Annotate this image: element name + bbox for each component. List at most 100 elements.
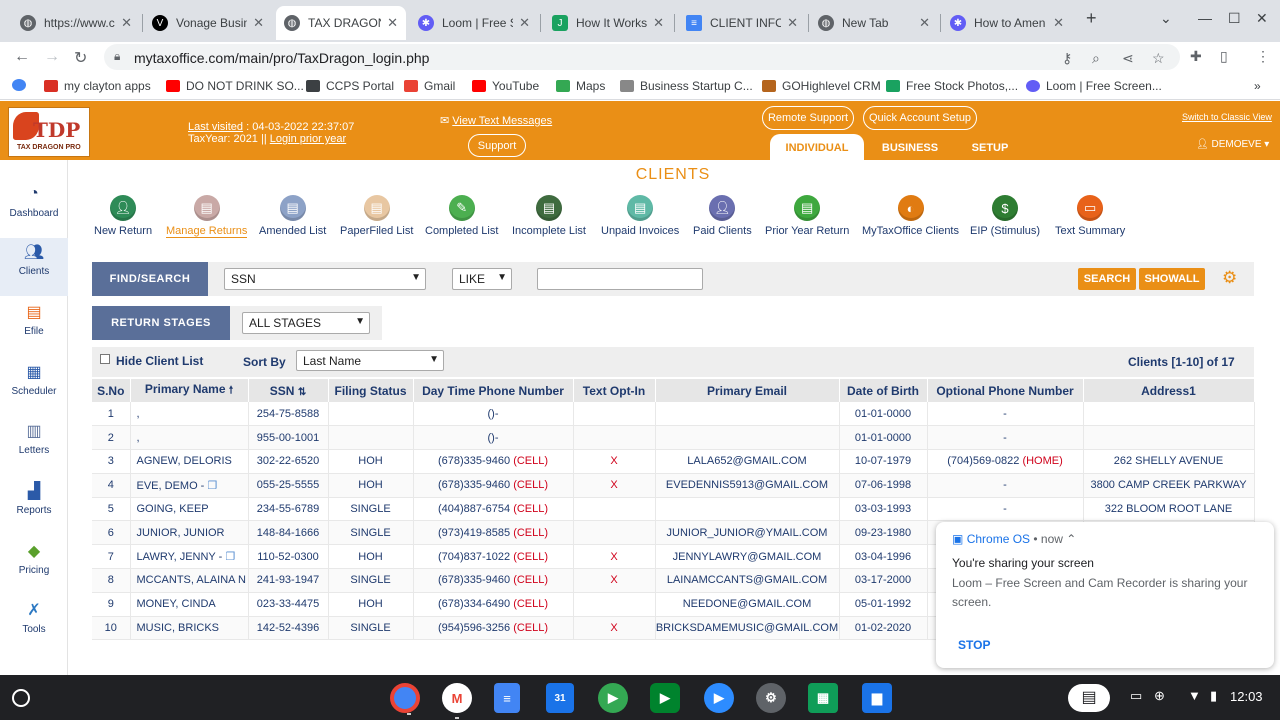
- notes-icon[interactable]: ❐: [207, 480, 217, 492]
- table-row[interactable]: 1, 254-75-8588 ()- 01-01-0000-: [92, 402, 1255, 427]
- search-input[interactable]: [537, 268, 703, 290]
- tab-7[interactable]: ✱ How to Amen ✕: [942, 6, 1072, 40]
- star-icon[interactable]: ☆: [1152, 50, 1165, 67]
- tab-4[interactable]: J How It Works ✕: [544, 6, 672, 40]
- close-icon[interactable]: ✕: [653, 15, 664, 31]
- zoom-app-icon[interactable]: ▶: [704, 683, 734, 713]
- stylus-tools-icon[interactable]: ▤: [1068, 684, 1110, 712]
- col-dob[interactable]: Date of Birth: [839, 379, 928, 402]
- reload-icon[interactable]: ↻: [74, 48, 87, 68]
- manage-returns-button[interactable]: ▤ Manage Returns: [166, 195, 248, 238]
- sort-by-select[interactable]: Last Name ▼: [296, 350, 444, 371]
- incomplete-list-button[interactable]: ▤ Incomplete List: [512, 195, 586, 237]
- new-tab-button[interactable]: +: [1086, 8, 1097, 29]
- table-row[interactable]: 2, 955-00-1001 ()- 01-01-0000-: [92, 425, 1255, 451]
- sidebar-item-scheduler[interactable]: ▦ Scheduler: [0, 358, 68, 416]
- mytaxoffice-clients-button[interactable]: ◐ MyTaxOffice Clients: [862, 195, 959, 237]
- cell-primary-name[interactable]: ,: [130, 402, 249, 427]
- files-icon[interactable]: ▆: [862, 683, 892, 713]
- table-row[interactable]: 5 GOING, KEEP 234-55-6789 SINGLE (404)887-67…: [92, 497, 1255, 522]
- back-icon[interactable]: ←: [14, 48, 30, 66]
- sidebar-item-reports[interactable]: ▟ Reports: [0, 477, 68, 535]
- col-address1[interactable]: Address1: [1083, 379, 1255, 402]
- tab-0[interactable]: ◍ https://www.c ✕: [12, 6, 140, 40]
- login-prior-year-link[interactable]: Login prior year: [270, 133, 346, 145]
- launcher-icon[interactable]: [12, 689, 30, 707]
- tab-search-icon[interactable]: ⌄: [1160, 10, 1172, 27]
- col-ssn[interactable]: SSN ⇅: [248, 379, 329, 402]
- extensions-icon[interactable]: ✚: [1190, 48, 1202, 65]
- view-text-messages-link[interactable]: ✉ View Text Messages: [440, 114, 552, 127]
- bookmark-0[interactable]: my clayton apps: [44, 79, 151, 93]
- classic-view-link[interactable]: Switch to Classic View: [1182, 112, 1272, 122]
- close-icon[interactable]: ✕: [519, 15, 530, 31]
- chrome-icon[interactable]: [390, 683, 420, 715]
- col-primary-name[interactable]: Primary Name 🠕: [130, 379, 249, 402]
- wifi-icon[interactable]: ▼: [1188, 688, 1201, 703]
- calendar-icon[interactable]: 31: [546, 683, 574, 713]
- screencast-icon[interactable]: ▭: [1130, 688, 1142, 704]
- cell-primary-name[interactable]: MONEY, CINDA: [130, 592, 249, 617]
- col-text-optin[interactable]: Text Opt-In: [573, 379, 656, 402]
- last-visited-link[interactable]: Last visited: [188, 121, 243, 133]
- gmail-icon[interactable]: M: [442, 683, 472, 719]
- close-window-icon[interactable]: ✕: [1256, 10, 1268, 27]
- minimize-icon[interactable]: —: [1198, 10, 1212, 26]
- apps-icon[interactable]: [12, 79, 32, 91]
- hide-client-list-checkbox[interactable]: [100, 354, 110, 364]
- col-filing-status[interactable]: Filing Status: [328, 379, 414, 402]
- close-icon[interactable]: ✕: [387, 15, 398, 31]
- col-email[interactable]: Primary Email: [655, 379, 840, 402]
- play-store-icon[interactable]: ▶: [598, 683, 628, 713]
- tab-business[interactable]: BUSINESS: [872, 134, 948, 161]
- notes-icon[interactable]: ❐: [225, 551, 235, 563]
- table-row[interactable]: 4 EVE, DEMO - ❐ 055-25-5555 HOH (678)335-946…: [92, 473, 1255, 498]
- amended-list-button[interactable]: ▤ Amended List: [259, 195, 326, 237]
- search-field-select[interactable]: SSN ▼: [224, 268, 426, 290]
- close-icon[interactable]: ✕: [1053, 15, 1064, 31]
- bookmark-6[interactable]: Business Startup C...: [620, 79, 753, 93]
- tab-individual[interactable]: INDIVIDUAL: [770, 134, 864, 161]
- col-optional-phone[interactable]: Optional Phone Number: [927, 379, 1084, 402]
- sidebar-item-tools[interactable]: ✗ Tools: [0, 596, 68, 654]
- close-icon[interactable]: ✕: [253, 15, 264, 31]
- tab-setup[interactable]: SETUP: [958, 134, 1022, 161]
- meet-icon[interactable]: ▶: [650, 683, 680, 713]
- clock[interactable]: 12:03: [1230, 689, 1263, 704]
- remote-support-button[interactable]: Remote Support: [762, 106, 854, 130]
- menu-icon[interactable]: ⋮: [1256, 48, 1270, 65]
- cell-primary-name[interactable]: ,: [130, 425, 249, 451]
- stop-sharing-button[interactable]: STOP: [958, 638, 990, 652]
- completed-list-button[interactable]: ✎ Completed List: [425, 195, 498, 237]
- bookmark-3[interactable]: Gmail: [404, 79, 455, 93]
- bookmark-2[interactable]: CCPS Portal: [306, 79, 394, 93]
- showall-button[interactable]: SHOWALL: [1139, 268, 1205, 290]
- battery-icon[interactable]: ▮: [1210, 688, 1217, 704]
- cell-primary-name[interactable]: EVE, DEMO - ❐: [130, 473, 249, 498]
- bookmark-1[interactable]: DO NOT DRINK SO...: [166, 79, 304, 93]
- sort-icon[interactable]: ⇅: [298, 387, 306, 398]
- user-menu[interactable]: 👤︎ DEMOEVE ▾: [1196, 139, 1269, 150]
- add-icon[interactable]: ⊕: [1154, 688, 1165, 704]
- docs-icon[interactable]: ≡: [494, 683, 520, 713]
- tab-2[interactable]: ◍ TAX DRAGON ✕: [276, 6, 406, 40]
- bookmark-8[interactable]: Free Stock Photos,...: [886, 79, 1018, 93]
- key-icon[interactable]: ⚷: [1062, 50, 1072, 67]
- more-bookmarks-icon[interactable]: »: [1254, 79, 1261, 93]
- eip-stimulus-button[interactable]: $ EIP (Stimulus): [970, 195, 1040, 237]
- zoom-icon[interactable]: ⌕: [1092, 50, 1100, 67]
- bookmark-4[interactable]: YouTube: [472, 79, 539, 93]
- paperfiled-list-button[interactable]: ▤ PaperFiled List: [340, 195, 413, 237]
- cell-primary-name[interactable]: LAWRY, JENNY - ❐: [130, 544, 249, 570]
- search-operator-select[interactable]: LIKE ▼: [452, 268, 512, 290]
- table-row[interactable]: 3 AGNEW, DELORIS 302-22-6520 HOH (678)335-94…: [92, 449, 1255, 474]
- bookmark-9[interactable]: Loom | Free Screen...: [1026, 79, 1162, 93]
- col-phone[interactable]: Day Time Phone Number: [413, 379, 574, 402]
- new-return-button[interactable]: 👤︎ New Return: [94, 195, 152, 237]
- maximize-icon[interactable]: ☐: [1228, 10, 1241, 27]
- paid-clients-button[interactable]: 👤︎ Paid Clients: [693, 195, 752, 237]
- settings-gear-icon[interactable]: ⚙: [1222, 268, 1237, 288]
- tab-6[interactable]: ◍ New Tab ✕: [810, 6, 938, 40]
- close-icon[interactable]: ✕: [919, 15, 930, 31]
- sidepanel-icon[interactable]: ▯: [1220, 48, 1228, 65]
